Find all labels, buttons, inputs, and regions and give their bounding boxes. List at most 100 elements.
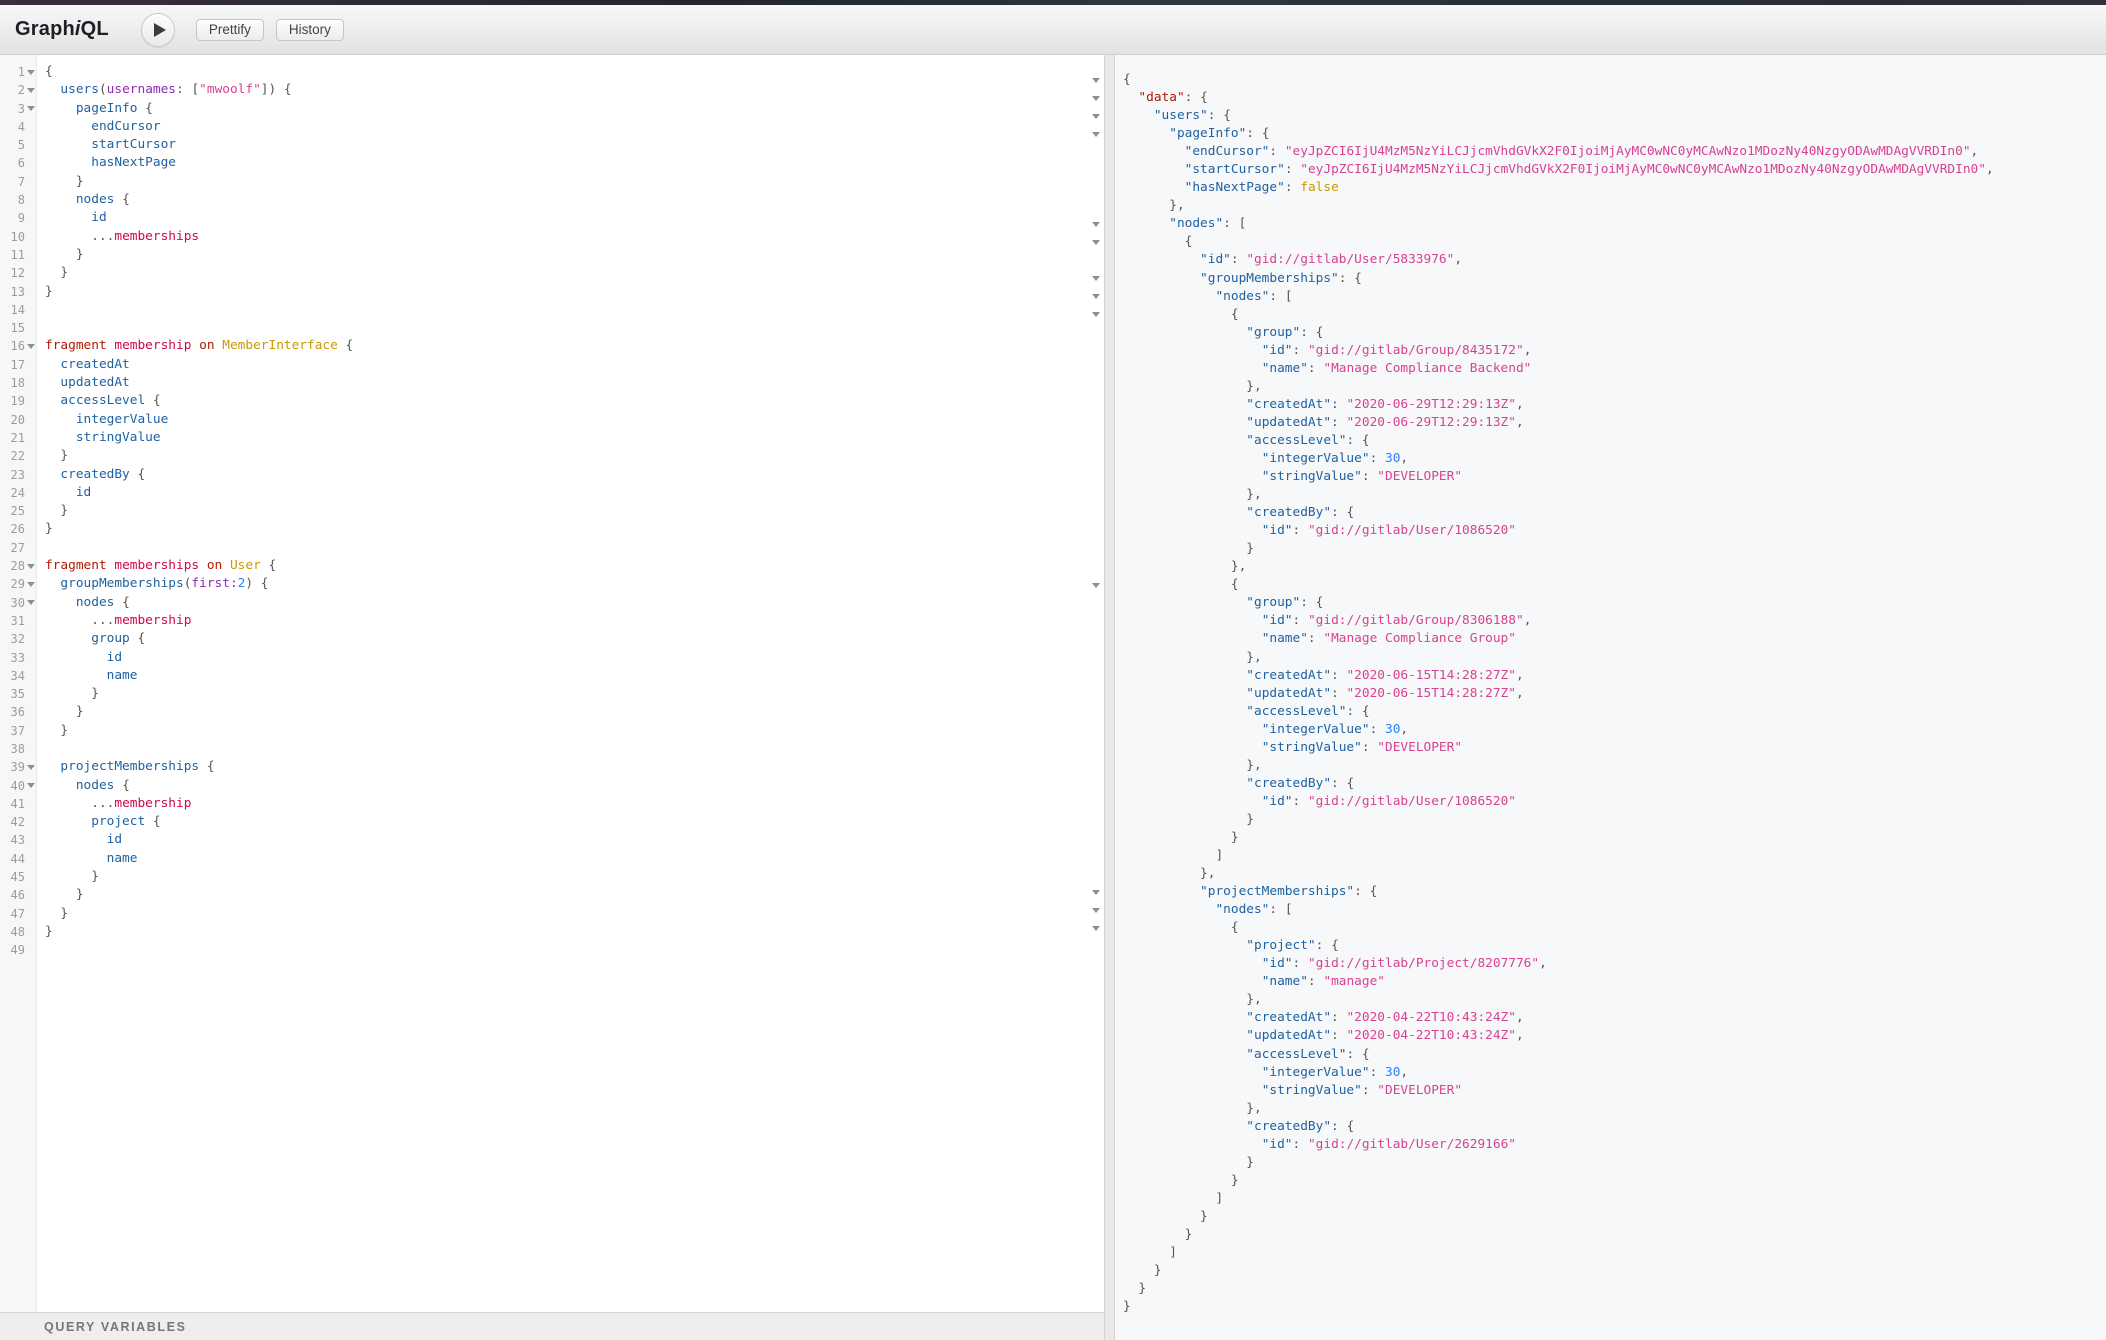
result-line: "accessLevel": { [1123, 432, 2106, 450]
code-line[interactable]: 26} [0, 520, 1104, 538]
code-line[interactable]: 4 endCursor [0, 118, 1104, 136]
fold-arrow-icon[interactable] [27, 344, 35, 349]
line-number: 2 [0, 81, 25, 99]
history-button[interactable]: History [276, 19, 344, 41]
code-line[interactable]: 44 name [0, 850, 1104, 868]
result-line: "stringValue": "DEVELOPER" [1123, 468, 2106, 486]
fold-arrow-icon[interactable] [1092, 926, 1100, 931]
code-line[interactable]: 28fragment memberships on User { [0, 557, 1104, 575]
code-line[interactable]: 41 ...membership [0, 795, 1104, 813]
fold-arrow-icon[interactable] [27, 600, 35, 605]
query-code[interactable]: 1{2 users(usernames: ["mwoolf"]) {3 page… [0, 55, 1104, 960]
code-line[interactable]: 32 group { [0, 630, 1104, 648]
fold-arrow-icon[interactable] [27, 582, 35, 587]
code-line[interactable]: 33 id [0, 649, 1104, 667]
code-line[interactable]: 31 ...membership [0, 612, 1104, 630]
result-line: }, [1123, 1100, 2106, 1118]
code-line[interactable]: 2 users(usernames: ["mwoolf"]) { [0, 81, 1104, 99]
code-line[interactable]: 23 createdBy { [0, 466, 1104, 484]
fold-arrow-icon[interactable] [1092, 78, 1100, 83]
code-line[interactable]: 5 startCursor [0, 136, 1104, 154]
result-line: { [1123, 71, 2106, 89]
code-line[interactable]: 48} [0, 923, 1104, 941]
result-line: } [1123, 829, 2106, 847]
code-line[interactable]: 30 nodes { [0, 594, 1104, 612]
fold-arrow-icon[interactable] [1092, 312, 1100, 317]
code-line[interactable]: 11 } [0, 246, 1104, 264]
code-line[interactable]: 8 nodes { [0, 191, 1104, 209]
line-number: 41 [0, 795, 25, 813]
code-line[interactable]: 17 createdAt [0, 356, 1104, 374]
code-line[interactable]: 19 accessLevel { [0, 392, 1104, 410]
fold-arrow-icon[interactable] [1092, 294, 1100, 299]
result-line: ] [1123, 1190, 2106, 1208]
fold-arrow-icon[interactable] [1092, 890, 1100, 895]
fold-arrow-icon[interactable] [1092, 222, 1100, 227]
fold-arrow-icon[interactable] [27, 70, 35, 75]
result-line: "updatedAt": "2020-06-29T12:29:13Z", [1123, 414, 2106, 432]
line-number: 25 [0, 502, 25, 520]
code-line[interactable]: 1{ [0, 63, 1104, 81]
query-editor[interactable]: 1{2 users(usernames: ["mwoolf"]) {3 page… [0, 55, 1104, 1340]
result-line: "name": "Manage Compliance Group" [1123, 630, 2106, 648]
result-line: "id": "gid://gitlab/User/2629166" [1123, 1136, 2106, 1154]
fold-arrow-icon[interactable] [1092, 908, 1100, 913]
result-json: { "data": { "users": { "pageInfo": { "en… [1115, 55, 2106, 1340]
fold-arrow-icon[interactable] [27, 564, 35, 569]
code-line[interactable]: 38 [0, 740, 1104, 758]
result-fold-gutter[interactable] [1087, 55, 1104, 1316]
code-line[interactable]: 22 } [0, 447, 1104, 465]
code-line[interactable]: 24 id [0, 484, 1104, 502]
code-line[interactable]: 37 } [0, 722, 1104, 740]
code-line[interactable]: 7 } [0, 173, 1104, 191]
fold-arrow-icon[interactable] [1092, 114, 1100, 119]
prettify-button[interactable]: Prettify [196, 19, 264, 41]
code-line[interactable]: 16fragment membership on MemberInterface… [0, 337, 1104, 355]
execute-query-button[interactable] [141, 13, 175, 47]
code-line[interactable]: 35 } [0, 685, 1104, 703]
fold-arrow-icon[interactable] [1092, 240, 1100, 245]
line-number: 13 [0, 283, 25, 301]
code-line[interactable]: 39 projectMemberships { [0, 758, 1104, 776]
code-line[interactable]: 47 } [0, 905, 1104, 923]
code-line[interactable]: 10 ...memberships [0, 228, 1104, 246]
code-line[interactable]: 21 stringValue [0, 429, 1104, 447]
fold-arrow-icon[interactable] [27, 88, 35, 93]
line-number: 12 [0, 264, 25, 282]
fold-arrow-icon[interactable] [1092, 96, 1100, 101]
code-line[interactable]: 14 [0, 301, 1104, 319]
code-line[interactable]: 46 } [0, 886, 1104, 904]
line-number: 23 [0, 466, 25, 484]
line-number: 20 [0, 411, 25, 429]
code-line[interactable]: 12 } [0, 264, 1104, 282]
code-line[interactable]: 3 pageInfo { [0, 100, 1104, 118]
code-line[interactable]: 20 integerValue [0, 411, 1104, 429]
fold-arrow-icon[interactable] [27, 783, 35, 788]
fold-arrow-icon[interactable] [27, 765, 35, 770]
code-line[interactable]: 25 } [0, 502, 1104, 520]
code-line[interactable]: 43 id [0, 831, 1104, 849]
fold-arrow-icon[interactable] [1092, 132, 1100, 137]
line-number: 5 [0, 136, 25, 154]
code-line[interactable]: 15 [0, 319, 1104, 337]
code-line[interactable]: 9 id [0, 209, 1104, 227]
line-number: 15 [0, 319, 25, 337]
pane-divider[interactable] [1104, 55, 1115, 1340]
code-line[interactable]: 18 updatedAt [0, 374, 1104, 392]
fold-arrow-icon[interactable] [27, 106, 35, 111]
code-line[interactable]: 27 [0, 539, 1104, 557]
code-line[interactable]: 29 groupMemberships(first:2) { [0, 575, 1104, 593]
fold-arrow-icon[interactable] [1092, 583, 1100, 588]
code-line[interactable]: 42 project { [0, 813, 1104, 831]
code-line[interactable]: 34 name [0, 667, 1104, 685]
code-line[interactable]: 45 } [0, 868, 1104, 886]
code-line[interactable]: 40 nodes { [0, 777, 1104, 795]
code-line[interactable]: 49 [0, 941, 1104, 959]
fold-arrow-icon[interactable] [1092, 276, 1100, 281]
code-line[interactable]: 36 } [0, 703, 1104, 721]
line-number: 27 [0, 539, 25, 557]
result-line: "users": { [1123, 107, 2106, 125]
code-line[interactable]: 6 hasNextPage [0, 154, 1104, 172]
code-line[interactable]: 13} [0, 283, 1104, 301]
query-variables-bar[interactable]: QUERY VARIABLES [0, 1312, 1104, 1340]
